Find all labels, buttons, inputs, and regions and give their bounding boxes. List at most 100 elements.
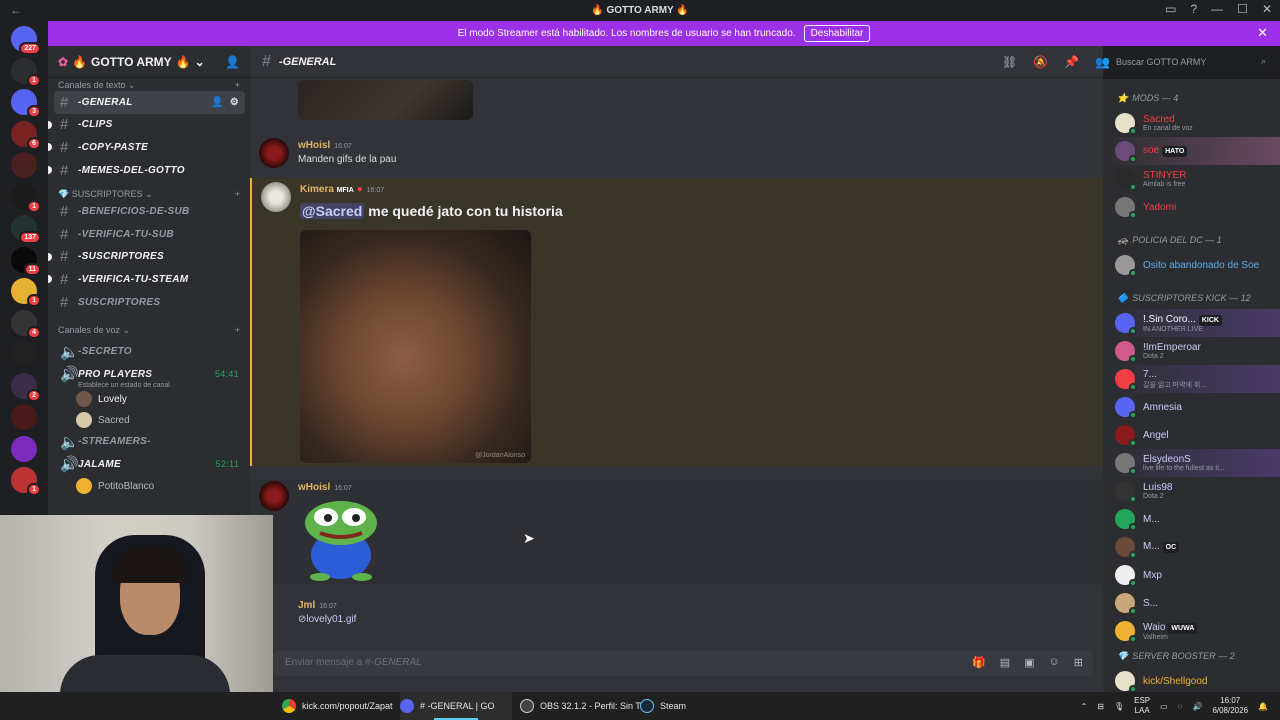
server-icon-10[interactable]	[11, 341, 37, 367]
channel-item[interactable]: # -MEMES-DEL-GOTTO	[48, 159, 245, 182]
server-icon-1[interactable]: 1	[11, 57, 41, 87]
member-item[interactable]: kick/Shellgood	[1103, 667, 1280, 692]
channel-item[interactable]: # -BENEFICIOS-DE-SUB	[54, 200, 245, 223]
settings-icon[interactable]: ⚙	[230, 97, 239, 108]
add-member-icon[interactable]: 👤	[225, 55, 240, 69]
server-icon-12[interactable]	[11, 404, 37, 430]
notifications-tray-icon[interactable]: 🔔	[1258, 702, 1268, 711]
pepe-sticker[interactable]	[298, 497, 384, 581]
pin-icon[interactable]: 📌	[1064, 55, 1079, 69]
member-item[interactable]: !.Sin Coro... KICK IN ANOTHER LIVE	[1103, 309, 1280, 337]
sticker-icon[interactable]: ▣	[1024, 656, 1034, 669]
task-discord[interactable]: # -GENERAL | GO	[400, 692, 512, 720]
message-composer[interactable]: Enviar mensaje a #-GENERAL 🎁 ▤ ▣ ☺ ⊞	[273, 650, 1093, 676]
server-icon-7[interactable]: 11	[11, 246, 41, 276]
text-category[interactable]: Canales de texto ⌄ +	[48, 80, 250, 91]
notifications-icon[interactable]: 🔕	[1033, 55, 1048, 69]
task-obs[interactable]: OBS 32.1.2 - Perfil: Sin Tí	[520, 692, 643, 720]
server-icon-2[interactable]: 3	[11, 89, 41, 118]
invite-icon[interactable]: 👤	[211, 97, 224, 108]
member-item[interactable]: soe HATO	[1103, 137, 1280, 165]
close-window-icon[interactable]: ✕	[1262, 2, 1272, 16]
search-input[interactable]: Buscar GOTTO ARMY ⌕	[1110, 53, 1272, 73]
server-icon-13[interactable]	[11, 435, 37, 462]
member-item[interactable]: Yadomi	[1103, 193, 1280, 221]
gif-icon[interactable]: ▤	[1000, 656, 1010, 669]
member-item[interactable]: M... OC	[1103, 533, 1280, 561]
server-icon-3[interactable]: 6	[11, 120, 41, 150]
server-icon-5[interactable]: 1	[11, 183, 41, 213]
server-icon-14[interactable]: 1	[11, 467, 41, 496]
members-icon[interactable]: 👥	[1095, 55, 1110, 69]
member-item[interactable]: Waio WUWA Valheim	[1103, 617, 1280, 645]
voice-user-potito[interactable]: PotitoBlanco	[76, 476, 250, 497]
user-mention[interactable]: @Sacred	[300, 203, 365, 219]
disable-streamer-button[interactable]: Deshabilitar	[803, 25, 871, 42]
author-name[interactable]: Kimera MFIA ● 16:07	[300, 184, 384, 195]
member-item[interactable]: ElsydeonS live life to the fullest as ti.…	[1103, 449, 1280, 477]
channel-item[interactable]: # -VERIFICA-TU-STEAM	[48, 268, 245, 291]
member-item[interactable]: S...	[1103, 589, 1280, 617]
member-item[interactable]: Luis98 Dota 2	[1103, 477, 1280, 505]
voice-user-sacred[interactable]: Sacred	[76, 410, 250, 431]
member-item[interactable]: Osito abandonado de Soe	[1103, 251, 1280, 279]
avatar[interactable]	[259, 481, 289, 511]
member-item[interactable]: 7... 길을 잃고 마약에 취...	[1103, 365, 1280, 393]
channel-item[interactable]: # -VERIFICA-TU-SUB	[54, 223, 245, 246]
task-chrome[interactable]: kick.com/popout/Zapat	[282, 692, 393, 720]
wifi-icon[interactable]: ◌	[1178, 702, 1183, 711]
server-icon-4[interactable]	[11, 152, 37, 178]
member-item[interactable]: M...	[1103, 505, 1280, 533]
member-item[interactable]: !ImEmperoar Dota 2	[1103, 337, 1280, 365]
avatar[interactable]	[261, 182, 291, 212]
member-item[interactable]: Amnesia	[1103, 393, 1280, 421]
volume-icon[interactable]: 🔊	[1192, 702, 1202, 711]
channel-item[interactable]: # -GENERAL 👤 ⚙	[54, 91, 245, 114]
attachment-link[interactable]: ⊘lovely01.gif	[298, 614, 356, 625]
help-icon[interactable]: ?	[1190, 2, 1197, 16]
voice-channel-secreto[interactable]: 🔈 -SECRETO	[54, 340, 245, 363]
channel-item[interactable]: # -COPY-PASTE	[48, 136, 245, 159]
server-icon-6[interactable]: 137	[11, 215, 41, 244]
maximize-icon[interactable]: ☐	[1237, 2, 1248, 16]
voice-category[interactable]: Canales de voz ⌄ +	[48, 325, 250, 336]
sub-category[interactable]: 💎 SUSCRIPTORES ⌄ +	[48, 189, 250, 200]
server-icon-11[interactable]: 2	[11, 372, 41, 402]
member-item[interactable]: STINYER Aimlab is free	[1103, 165, 1280, 193]
server-icon-9[interactable]: 4	[11, 309, 41, 339]
minimize-icon[interactable]: —	[1211, 2, 1223, 16]
server-icon-8[interactable]: 1	[11, 278, 41, 307]
add-channel-icon[interactable]: +	[235, 325, 240, 336]
author-name[interactable]: wHoisl 16:07	[298, 140, 352, 151]
avatar[interactable]	[259, 138, 289, 168]
voice-user-lovely[interactable]: Lovely	[76, 389, 250, 410]
threads-icon[interactable]: ⛓	[1002, 55, 1017, 69]
member-item[interactable]: Sacred En canal de voz	[1103, 109, 1280, 137]
channel-item[interactable]: # -SUSCRIPTORES	[48, 246, 245, 269]
display-icon[interactable]: ▭	[1160, 702, 1168, 711]
previous-image[interactable]	[298, 80, 473, 120]
emoji-icon[interactable]: ☺	[1049, 656, 1060, 669]
mic-icon[interactable]: 🎙	[1114, 702, 1124, 711]
channel-item[interactable]: # -CLIPS	[48, 114, 245, 137]
apps-icon[interactable]: ⊞	[1074, 656, 1083, 669]
voice-channel-jalame[interactable]: 🔊 JALAME 52:11	[54, 453, 245, 476]
voice-channel-pro-players[interactable]: 🔊 PRO PLAYERS 54:41	[54, 363, 245, 386]
member-item[interactable]: Mxp	[1103, 561, 1280, 589]
inbox-icon[interactable]: ▭	[1165, 2, 1176, 16]
add-channel-icon[interactable]: +	[235, 80, 240, 91]
network-icon[interactable]: ⊟	[1097, 702, 1104, 711]
clock[interactable]: 16:07 6/08/2026	[1212, 696, 1248, 716]
author-name[interactable]: wHoisl 16:07	[298, 482, 352, 493]
voice-channel-streamers[interactable]: 🔈 -STREAMERS-	[54, 431, 245, 454]
close-banner-icon[interactable]: ✕	[1257, 25, 1268, 41]
add-channel-icon[interactable]: +	[235, 189, 240, 200]
task-steam[interactable]: Steam	[640, 692, 686, 720]
gift-icon[interactable]: 🎁	[972, 656, 986, 669]
member-item[interactable]: Angel	[1103, 421, 1280, 449]
server-header[interactable]: ✿ 🔥 GOTTO ARMY 🔥 ⌄ 👤	[48, 46, 250, 78]
channel-item[interactable]: # SUSCRIPTORES	[54, 291, 245, 314]
author-name[interactable]: Jml 16:07	[298, 600, 337, 611]
server-icon-0[interactable]: 227	[11, 26, 41, 55]
tray-chevron-icon[interactable]: ⌃	[1081, 702, 1088, 711]
